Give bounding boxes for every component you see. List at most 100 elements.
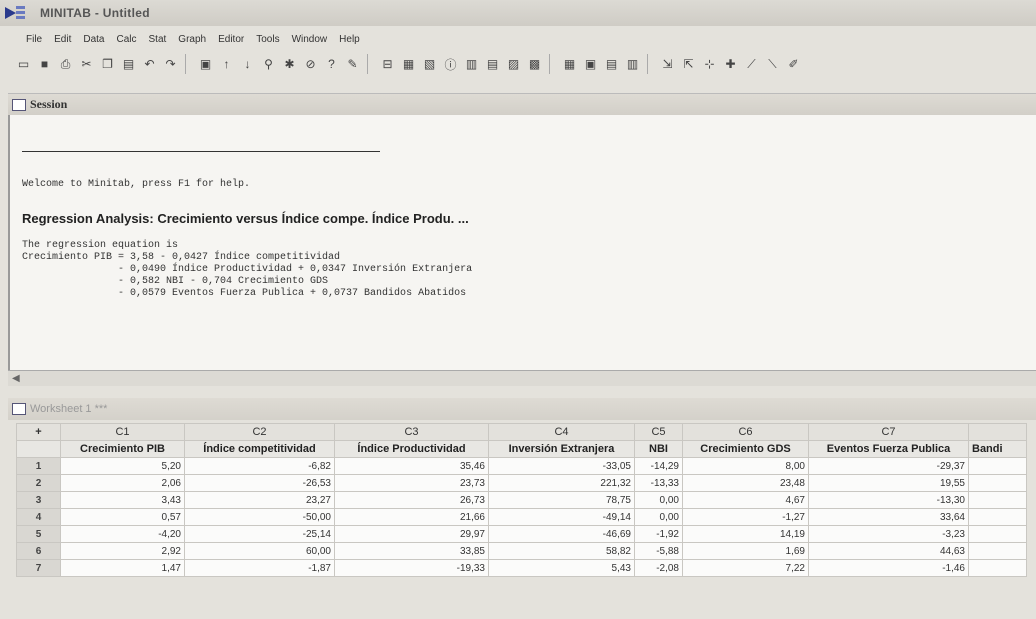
brush-icon[interactable]: ⇲ [658,55,677,74]
data-cell[interactable]: 2,92 [60,542,185,560]
undo-icon[interactable]: ↶ [140,55,159,74]
data-cell[interactable]: -46,69 [488,525,635,543]
column-name-cell[interactable]: NBI [634,440,683,458]
data-cell[interactable]: -26,53 [184,474,335,492]
data-cell[interactable]: 26,73 [334,491,489,509]
row-number-header[interactable]: 7 [16,559,61,577]
corner-cell[interactable]: + [16,423,61,441]
crosshair-icon[interactable]: ✚ [721,55,740,74]
data-cell[interactable]: -2,08 [634,559,683,577]
cut-icon[interactable]: ✂ [77,55,96,74]
column-id-header[interactable]: C1 [60,423,185,441]
menu-editor[interactable]: Editor [212,34,250,45]
row-number-header[interactable]: 3 [16,491,61,509]
select-icon[interactable]: ⊹ [700,55,719,74]
table-icon[interactable]: ▤ [602,55,621,74]
chart-icon[interactable]: ▣ [581,55,600,74]
data-cell[interactable] [968,559,1027,577]
help-icon[interactable]: ? [322,55,341,74]
row-number-header[interactable]: 5 [16,525,61,543]
paste-icon[interactable]: ▤ [119,55,138,74]
column-id-header[interactable]: C6 [682,423,809,441]
column-id-header[interactable]: C2 [184,423,335,441]
column-name-cell[interactable]: Índice Productividad [334,440,489,458]
copy-icon[interactable]: ❐ [98,55,117,74]
column-name-cell[interactable]: Índice competitividad [184,440,335,458]
data-cell[interactable]: 33,64 [808,508,969,526]
data-cell[interactable]: -19,33 [334,559,489,577]
data-cell[interactable]: 58,82 [488,542,635,560]
manage-icon[interactable]: ▩ [525,55,544,74]
data-cell[interactable]: 3,43 [60,491,185,509]
data-cell[interactable]: 23,73 [334,474,489,492]
data-cell[interactable]: -13,33 [634,474,683,492]
zoom-icon[interactable]: ⇱ [679,55,698,74]
data-cell[interactable]: 29,97 [334,525,489,543]
scroll-left-icon[interactable]: ◀ [12,373,20,384]
data-cell[interactable]: -6,82 [184,457,335,475]
data-cell[interactable]: -13,30 [808,491,969,509]
graph-icon[interactable]: ▦ [560,55,579,74]
data-cell[interactable] [968,525,1027,543]
menu-file[interactable]: File [20,34,48,45]
info-icon[interactable]: ⓘ [441,55,460,74]
new-worksheet-icon[interactable]: ▨ [504,55,523,74]
row-number-header[interactable]: 6 [16,542,61,560]
session-window-titlebar[interactable]: Session [8,93,1036,115]
row-number-header[interactable]: 1 [16,457,61,475]
arrow-up-icon[interactable]: ↑ [217,55,236,74]
menu-edit[interactable]: Edit [48,34,77,45]
data-cell[interactable]: 0,00 [634,508,683,526]
open-project-icon[interactable]: ▭ [14,55,33,74]
data-cell[interactable]: 4,67 [682,491,809,509]
session-horizontal-scrollbar[interactable]: ◀ [8,370,1036,386]
data-cell[interactable]: 78,75 [488,491,635,509]
print-icon[interactable]: ⎙ [56,55,75,74]
minitab-logo-icon[interactable] [4,4,26,22]
find-next-icon[interactable]: ✱ [280,55,299,74]
column-name-cell[interactable]: Bandi [968,440,1027,458]
save-icon[interactable]: ■ [35,55,54,74]
data-cell[interactable]: 60,00 [184,542,335,560]
column-name-cell[interactable]: Eventos Fuerza Publica [808,440,969,458]
menu-data[interactable]: Data [77,34,110,45]
data-cell[interactable]: 19,55 [808,474,969,492]
column-name-cell[interactable]: Inversión Extranjera [488,440,635,458]
data-cell[interactable]: 14,19 [682,525,809,543]
data-cell[interactable]: -33,05 [488,457,635,475]
data-cell[interactable]: -1,87 [184,559,335,577]
stat-guide-icon[interactable]: ✎ [343,55,362,74]
data-cell[interactable]: 0,57 [60,508,185,526]
data-cell[interactable]: 5,43 [488,559,635,577]
data-cell[interactable]: -3,23 [808,525,969,543]
column-id-header[interactable]: C4 [488,423,635,441]
data-cell[interactable] [968,542,1027,560]
arrow-down-icon[interactable]: ↓ [238,55,257,74]
menu-help[interactable]: Help [333,34,366,45]
menu-tools[interactable]: Tools [250,34,285,45]
worksheet-grid[interactable]: + C1 C2 C3 C4 C5 C6 C7 Crecimiento PIB Í… [16,423,1027,577]
edit-graph-icon[interactable]: ⟋ [742,55,761,74]
data-cell[interactable]: 0,00 [634,491,683,509]
data-cell[interactable]: 7,22 [682,559,809,577]
column-id-header[interactable]: C3 [334,423,489,441]
data-cell[interactable]: -25,14 [184,525,335,543]
worksheet-icon[interactable]: ▦ [399,55,418,74]
data-cell[interactable]: 23,27 [184,491,335,509]
row-number-header[interactable]: 2 [16,474,61,492]
data-cell[interactable]: 5,20 [60,457,185,475]
data-cell[interactable]: 23,48 [682,474,809,492]
report-pad-icon[interactable]: ▤ [483,55,502,74]
data-cell[interactable]: -5,88 [634,542,683,560]
data-cell[interactable] [968,474,1027,492]
data-cell[interactable]: 21,66 [334,508,489,526]
row-number-header[interactable]: 4 [16,508,61,526]
redo-icon[interactable]: ↷ [161,55,180,74]
data-cell[interactable]: 8,00 [682,457,809,475]
data-cell[interactable]: -29,37 [808,457,969,475]
data-cell[interactable]: -4,20 [60,525,185,543]
data-cell[interactable]: 33,85 [334,542,489,560]
data-cell[interactable] [968,457,1027,475]
column-id-header[interactable] [968,423,1027,441]
worksheet-window-titlebar[interactable]: Worksheet 1 *** [8,398,1036,420]
